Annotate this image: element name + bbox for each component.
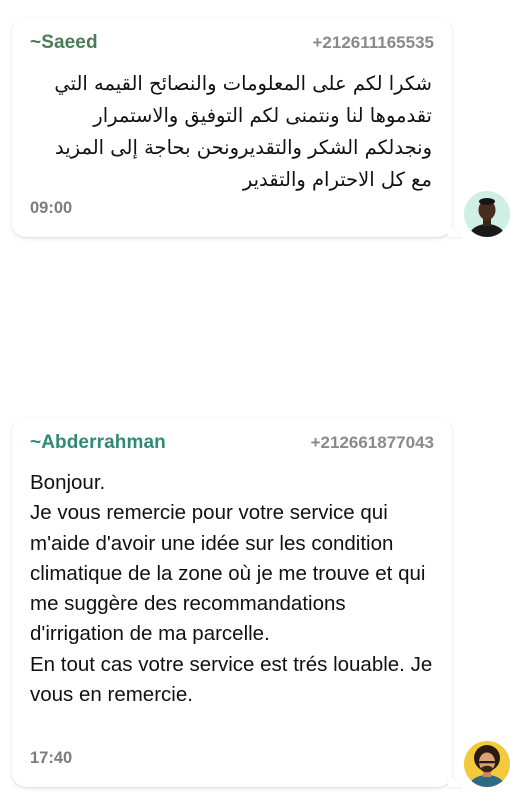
sender-phone[interactable]: +212611165535	[312, 33, 434, 53]
person-avatar-icon	[464, 191, 510, 237]
sender-name[interactable]: ~Abderrahman	[30, 432, 166, 454]
person-avatar-icon	[464, 741, 510, 787]
avatar[interactable]	[464, 191, 510, 237]
message-text: Bonjour. Je vous remercie pour votre ser…	[30, 471, 433, 707]
avatar[interactable]	[464, 741, 510, 787]
message-header: ~Abderrahman +212661877043	[30, 432, 434, 458]
chat-view: ~Saeed +212611165535 شكرا لكم على المعلو…	[0, 0, 510, 795]
bubble-tail	[448, 773, 462, 787]
message-time: 09:00	[30, 199, 73, 217]
message-text: شكرا لكم على المعلومات والنصائح القيمه ا…	[54, 72, 432, 191]
message-bubble[interactable]: ~Saeed +212611165535 شكرا لكم على المعلو…	[12, 18, 462, 237]
bubble-tail	[448, 223, 462, 237]
message-time: 17:40	[30, 749, 73, 767]
message-bubble[interactable]: ~Abderrahman +212661877043 Bonjour. Je v…	[12, 418, 462, 787]
sender-name[interactable]: ~Saeed	[30, 32, 98, 54]
sender-phone[interactable]: +212661877043	[311, 433, 434, 453]
message-header: ~Saeed +212611165535	[30, 32, 434, 58]
